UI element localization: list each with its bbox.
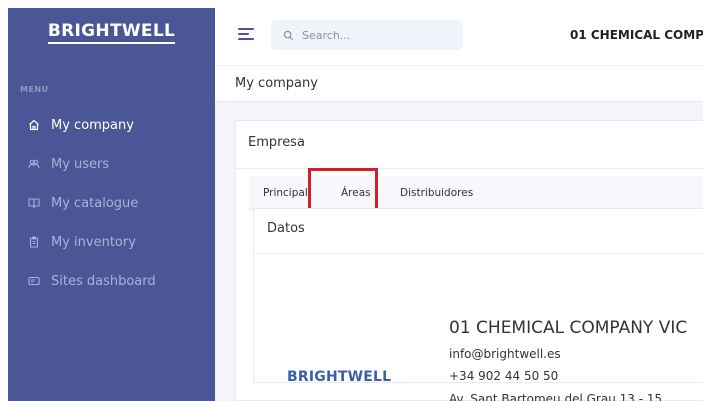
page-title: My company — [235, 76, 318, 91]
divider — [236, 168, 703, 169]
card-title: Empresa — [248, 135, 305, 150]
search-input[interactable] — [302, 28, 452, 42]
sidebar-item-label: My users — [51, 156, 110, 172]
menu-toggle-icon[interactable] — [238, 28, 254, 42]
company-email: info@brightwell.es — [449, 347, 561, 361]
card-icon — [27, 274, 41, 288]
sidebar-item-sites-dashboard[interactable]: Sites dashboard — [8, 262, 215, 300]
sidebar-item-label: Sites dashboard — [51, 273, 156, 289]
tab-distribuidores[interactable]: Distribuidores — [400, 187, 473, 199]
page-header: My company — [215, 66, 703, 102]
company-full-name: 01 CHEMICAL COMPANY VIC — [449, 318, 688, 338]
book-icon — [27, 196, 41, 210]
search-icon — [283, 30, 294, 40]
sidebar-item-my-inventory[interactable]: My inventory — [8, 223, 215, 261]
menu-title: MENU — [20, 85, 49, 94]
sidebar-item-my-catalogue[interactable]: My catalogue — [8, 184, 215, 222]
sidebar-item-my-users[interactable]: My users — [8, 145, 215, 183]
search-box[interactable] — [271, 20, 463, 50]
sidebar-item-my-company[interactable]: My company — [8, 106, 215, 144]
brand-logo[interactable]: BRIGHTWELL — [8, 8, 215, 56]
sidebar-item-label: My inventory — [51, 234, 136, 250]
home-icon — [27, 118, 41, 132]
brand-logo-text: BRIGHTWELL — [47, 21, 176, 44]
top-bar: 01 CHEMICAL COMP — [215, 8, 703, 66]
sidebar: BRIGHTWELL MENU My company My users My c… — [8, 8, 215, 401]
company-address: Av. Sant Bartomeu del Grau 13 - 15 — [449, 392, 663, 401]
company-logo: BRIGHTWELL — [287, 369, 392, 385]
sidebar-item-label: My catalogue — [51, 195, 139, 211]
datos-title: Datos — [267, 221, 305, 236]
tab-principal[interactable]: Principal — [263, 187, 308, 199]
clipboard-icon — [27, 235, 41, 249]
company-selector[interactable]: 01 CHEMICAL COMP — [570, 28, 703, 42]
users-icon — [27, 157, 41, 171]
sidebar-item-label: My company — [51, 117, 134, 133]
company-phone: +34 902 44 50 50 — [449, 369, 559, 383]
divider — [254, 253, 703, 254]
